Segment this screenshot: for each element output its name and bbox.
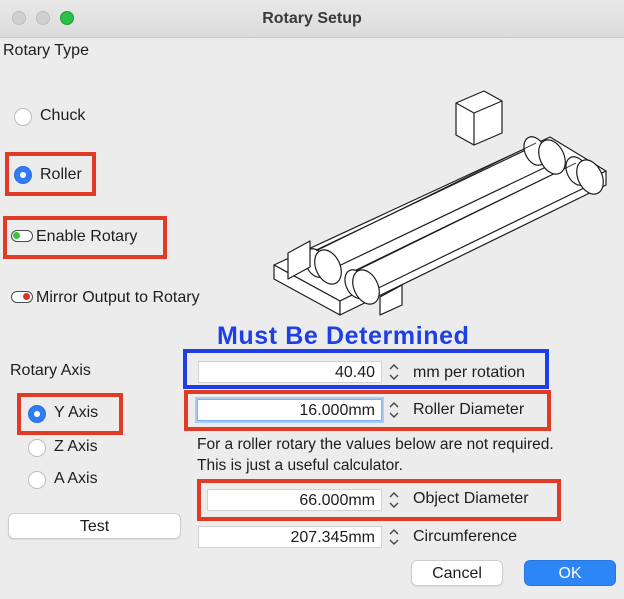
stepper-arrows-icon <box>389 492 399 508</box>
chuck-label[interactable]: Chuck <box>40 107 85 125</box>
z-axis-radio[interactable] <box>28 439 46 457</box>
object-diameter-stepper[interactable] <box>387 489 401 511</box>
mirror-output-label[interactable]: Mirror Output to Rotary <box>36 289 200 307</box>
stepper-arrows-icon <box>389 402 399 418</box>
rotary-roller-illustration <box>273 90 607 316</box>
mm-per-rotation-stepper[interactable] <box>387 361 401 383</box>
y-axis-radio[interactable] <box>28 405 46 423</box>
calculator-note-line-1: For a roller rotary the values below are… <box>197 436 554 453</box>
circumference-label: Circumference <box>413 528 518 545</box>
z-axis-label[interactable]: Z Axis <box>54 438 98 456</box>
calculator-note-line-2: This is just a useful calculator. <box>197 457 403 474</box>
rotary-type-heading: Rotary Type <box>3 42 89 59</box>
mm-per-rotation-input[interactable]: 40.40 <box>198 361 382 383</box>
toggle-off-indicator-icon <box>23 293 30 300</box>
title-bar: Rotary Setup <box>0 0 624 38</box>
object-diameter-label: Object Diameter <box>413 490 529 507</box>
window-title: Rotary Setup <box>262 10 362 27</box>
a-axis-radio[interactable] <box>28 471 46 489</box>
roller-diameter-input[interactable]: 16.000mm <box>197 399 382 421</box>
circumference-stepper[interactable] <box>387 526 401 548</box>
chuck-radio[interactable] <box>14 108 32 126</box>
mm-per-rotation-label: mm per rotation <box>413 364 526 381</box>
must-be-determined-heading: Must Be Determined <box>217 322 470 350</box>
enable-rotary-label[interactable]: Enable Rotary <box>36 228 137 246</box>
enable-rotary-toggle[interactable] <box>11 230 33 242</box>
roller-diameter-stepper[interactable] <box>387 399 401 421</box>
mirror-output-toggle[interactable] <box>11 291 33 303</box>
toggle-on-indicator-icon <box>13 232 20 239</box>
circumference-input[interactable]: 207.345mm <box>198 526 382 548</box>
roller-label[interactable]: Roller <box>40 166 82 184</box>
y-axis-label[interactable]: Y Axis <box>54 404 98 422</box>
roller-radio[interactable] <box>14 166 32 184</box>
roller-diameter-label: Roller Diameter <box>413 401 525 418</box>
test-button[interactable]: Test <box>8 513 181 539</box>
a-axis-label[interactable]: A Axis <box>54 470 98 488</box>
rotary-axis-heading: Rotary Axis <box>10 362 91 379</box>
stepper-arrows-icon <box>389 364 399 380</box>
cancel-button[interactable]: Cancel <box>411 560 503 586</box>
ok-button[interactable]: OK <box>524 560 616 586</box>
stepper-arrows-icon <box>389 529 399 545</box>
object-diameter-input[interactable]: 66.000mm <box>207 489 382 511</box>
